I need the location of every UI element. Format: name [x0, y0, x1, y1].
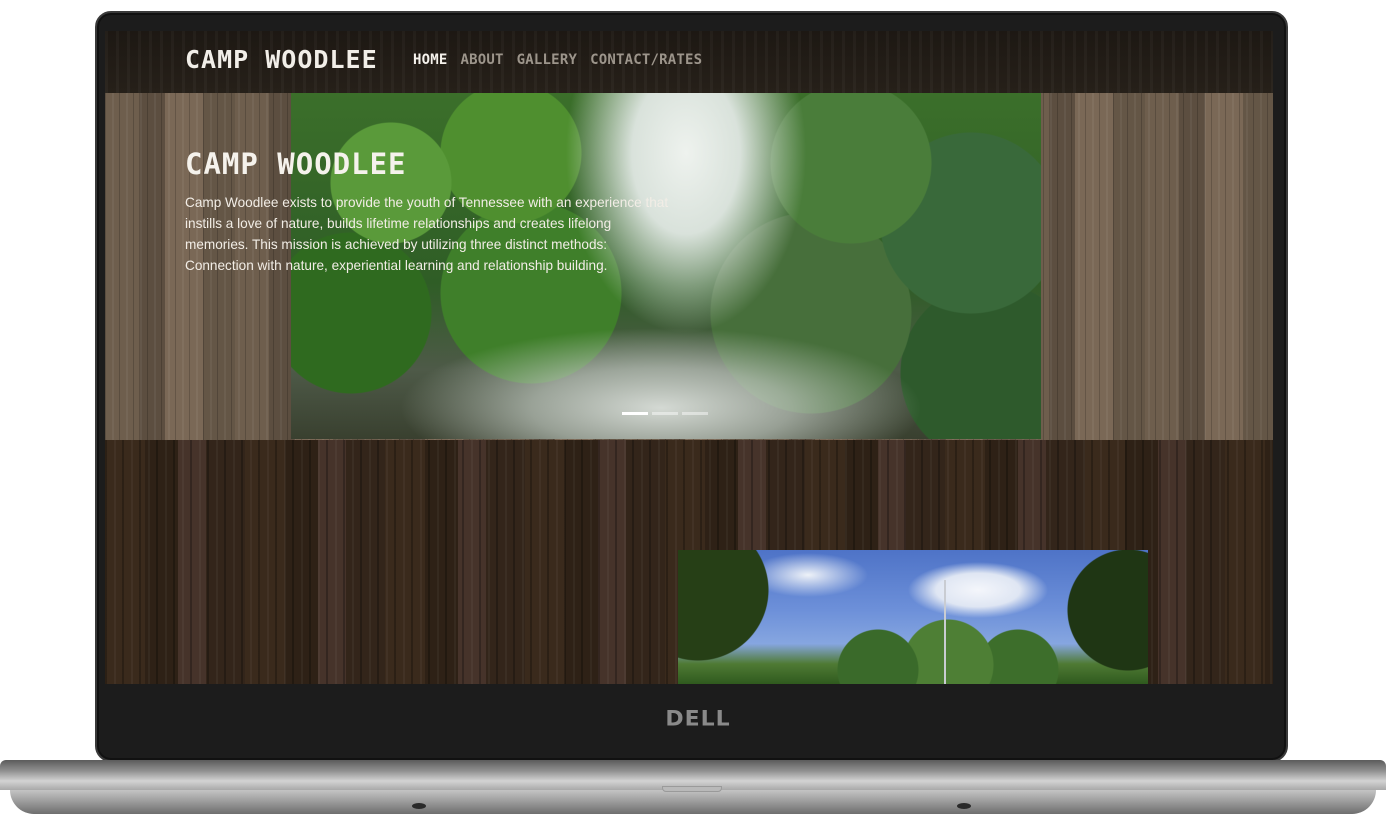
laptop-foot [957, 803, 971, 809]
slide-indicators [622, 412, 708, 415]
mission-paragraph: Camp Woodlee exists to provide the youth… [185, 195, 669, 273]
slide-dot-2[interactable] [652, 412, 678, 415]
slide-dot-1[interactable] [622, 412, 648, 415]
nav-gallery[interactable]: GALLERY [517, 52, 577, 68]
laptop-screen: CAMP WOODLEE HOME ABOUT GALLERY CONTACT/… [105, 31, 1273, 684]
dell-logo: DELL [665, 707, 731, 732]
site-logo-title[interactable]: CAMP WOODLEE [185, 45, 378, 74]
flagpole [944, 580, 946, 684]
laptop-base-bottom [10, 790, 1376, 814]
nav-home[interactable]: HOME [413, 52, 448, 68]
nav-about[interactable]: ABOUT [461, 52, 504, 68]
slide-dot-3[interactable] [682, 412, 708, 415]
camp-photo-sky-trees [678, 550, 1148, 684]
nav-contact-rates[interactable]: CONTACT/RATES [590, 52, 702, 68]
laptop-opening-notch [662, 786, 722, 792]
section-heading: CAMP WOODLEE [185, 147, 407, 181]
site-header: CAMP WOODLEE HOME ABOUT GALLERY CONTACT/… [105, 31, 1273, 93]
laptop-foot [412, 803, 426, 809]
main-nav: HOME ABOUT GALLERY CONTACT/RATES [413, 52, 702, 68]
